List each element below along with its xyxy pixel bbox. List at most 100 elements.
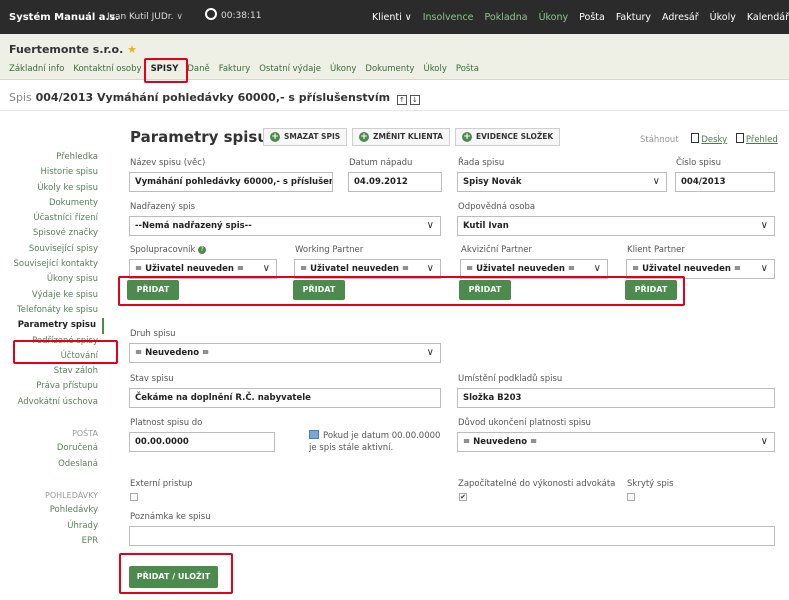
user-menu[interactable]: Ivan Kutil JUDr. ∨ <box>107 12 183 22</box>
zapocitatelne-label: Započítatelné do výkonosti advokáta <box>458 479 616 489</box>
druh-select[interactable]: = Neuvedeno = ∨ <box>129 343 441 363</box>
calendar-icon[interactable] <box>309 430 319 439</box>
sidebar-item-vydaje[interactable]: Výdaje ke spisu <box>0 288 104 303</box>
sidebar-item-prava[interactable]: Práva přístupu <box>0 379 104 394</box>
tab-dokumenty[interactable]: Dokumenty <box>365 64 414 74</box>
sidebar-item-telefonaty[interactable]: Telefonáty ke spisu <box>0 303 104 318</box>
odpovedna-value: Kutil Ivan <box>463 221 509 231</box>
document-icon <box>735 133 744 143</box>
change-client-label: ZMĚNIT KLIENTA <box>373 132 443 141</box>
client-header: Fuertemonte s.r.o. ★ Základní info Konta… <box>0 34 789 80</box>
download-label: Stáhnout <box>640 135 679 145</box>
cislo-input[interactable]: 004/2013 <box>675 172 775 192</box>
nadrazeny-select[interactable]: --Nemá nadřazený spis-- ∨ <box>129 216 441 236</box>
sidebar-item-parametry[interactable]: Parametry spisu <box>0 318 104 334</box>
nav-ukoly[interactable]: Úkoly <box>710 12 736 23</box>
sidebar-item-ucastnici[interactable]: Účastníci řízení <box>0 211 104 226</box>
chevron-down-icon: ∨ <box>760 220 768 231</box>
datum-input[interactable]: 04.09.2012 <box>348 172 442 192</box>
nav-faktury[interactable]: Faktury <box>616 12 651 23</box>
info-icon[interactable]: ? <box>198 246 207 254</box>
nazev-input[interactable]: Vymáhání pohledávky 60000,- s příslušens… <box>129 172 333 192</box>
nav-posta[interactable]: Pošta <box>579 12 605 23</box>
tab-kontaktni-osoby[interactable]: Kontaktní osoby <box>73 64 141 74</box>
user-name: Ivan Kutil JUDr. <box>107 12 174 22</box>
sidebar-item-pohledavky[interactable]: Pohledávky <box>0 503 104 518</box>
tab-posta[interactable]: Pošta <box>456 64 479 74</box>
tab-ukoly[interactable]: Úkoly <box>423 64 446 74</box>
duvod-select[interactable]: = Neuvedeno = ∨ <box>457 432 775 452</box>
sidebar-item-uhrady[interactable]: Úhrady <box>0 519 104 534</box>
sidebar-item-souvisejici-spisy[interactable]: Související spisy <box>0 242 104 257</box>
sidebar-item-stav-zaloh[interactable]: Stav záloh <box>0 364 104 379</box>
sidebar-item-ukony[interactable]: Úkony spisu <box>0 272 104 287</box>
externi-label: Externí pristup <box>130 479 193 489</box>
rada-label: Řada spisu <box>458 158 505 168</box>
export-icon[interactable]: ↑ <box>396 95 407 105</box>
tab-dane[interactable]: Daně <box>187 64 209 74</box>
clock-icon <box>205 8 217 20</box>
client-name-text[interactable]: Fuertemonte s.r.o. <box>9 43 123 56</box>
page-title: Parametry spisu <box>130 128 269 146</box>
sidebar-item-dokumenty[interactable]: Dokumenty <box>0 196 104 211</box>
import-icon[interactable]: ↓ <box>409 95 420 105</box>
sidebar-item-prehledka[interactable]: Přehledka <box>0 150 104 165</box>
spolupracovnik-label: Spolupracovník ? <box>130 245 207 255</box>
tab-faktury[interactable]: Faktury <box>219 64 251 74</box>
poznamka-input[interactable] <box>129 526 775 546</box>
download-prehled-link[interactable]: Přehled <box>735 133 778 145</box>
stav-input[interactable]: Čekáme na doplnění R.Č. nabyvatele <box>129 388 441 408</box>
chevron-down-icon: ∨ <box>760 263 768 274</box>
nadrazeny-label: Nadřazený spis <box>130 202 196 212</box>
duvod-label: Důvod ukončení platnosti spisu <box>458 418 591 428</box>
evidence-button[interactable]: + EVIDENCE SLOŽEK <box>455 128 561 146</box>
rada-select[interactable]: Spisy Novák ∨ <box>457 172 667 192</box>
sidebar-item-odeslana[interactable]: Odeslaná <box>0 457 104 472</box>
change-client-button[interactable]: + ZMĚNIT KLIENTA <box>352 128 450 146</box>
nav-klienti[interactable]: Klienti ∨ <box>372 12 412 23</box>
cislo-label: Číslo spisu <box>676 158 721 168</box>
sidebar-item-ukoly[interactable]: Úkoly ke spisu <box>0 181 104 196</box>
nav-ukony[interactable]: Úkony <box>539 12 569 23</box>
skryty-label: Skrytý spis <box>627 479 674 489</box>
download-links: Stáhnout Desky Přehled <box>640 133 778 145</box>
client-name: Fuertemonte s.r.o. ★ <box>9 43 137 56</box>
tab-ukony[interactable]: Úkony <box>330 64 356 74</box>
document-icon <box>691 133 700 143</box>
session-timer[interactable]: 00:38:11 <box>205 8 261 21</box>
chevron-down-icon: ∨ <box>652 176 660 187</box>
sidebar-item-dorucena[interactable]: Doručená <box>0 441 104 456</box>
plus-icon: + <box>462 132 472 142</box>
nadrazeny-value: --Nemá nadřazený spis-- <box>135 221 252 231</box>
platnost-input[interactable]: 00.00.0000 <box>129 432 275 452</box>
delete-spis-button[interactable]: + SMAZAT SPIS <box>263 128 348 146</box>
umisteni-label: Umístění podkladů spisu <box>458 374 563 384</box>
star-icon[interactable]: ★ <box>127 43 137 56</box>
spis-title: Spis 004/2013 Vymáhání pohledávky 60000,… <box>9 91 420 105</box>
download-desky-link[interactable]: Desky <box>691 133 727 145</box>
brand-name[interactable]: Systém Manuál a.s. <box>9 12 119 23</box>
sidebar-item-souvisejici-kontakty[interactable]: Související kontakty <box>0 257 104 272</box>
nav-pokladna[interactable]: Pokladna <box>485 12 528 23</box>
chevron-down-icon: ∨ <box>176 12 183 22</box>
zapocitatelne-checkbox[interactable]: ✔ <box>459 493 467 501</box>
sidebar-item-historie[interactable]: Historie spisu <box>0 165 104 180</box>
tab-zakladni-info[interactable]: Základní info <box>9 64 64 74</box>
sidebar-item-epr[interactable]: EPR <box>0 534 104 549</box>
nav-kalendar[interactable]: Kalendář <box>747 12 789 23</box>
working-value: = Uživatel neuveden = <box>300 264 409 274</box>
umisteni-input[interactable]: Složka B203 <box>457 388 775 408</box>
client-tabs: Základní info Kontaktní osoby SPISY Daně… <box>9 64 488 74</box>
datum-label: Datum nápadu <box>349 158 413 168</box>
chevron-down-icon: ∨ <box>760 436 768 447</box>
platnost-note: Pokud je datum 00.00.0000 je spis stále … <box>309 430 449 454</box>
delete-spis-label: SMAZAT SPIS <box>284 132 341 141</box>
sidebar-item-uschova[interactable]: Advokátní úschova <box>0 395 104 410</box>
odpovedna-select[interactable]: Kutil Ivan ∨ <box>457 216 775 236</box>
nav-insolvence[interactable]: Insolvence <box>423 12 474 23</box>
skryty-checkbox[interactable] <box>627 493 635 501</box>
tab-ostatni-vydaje[interactable]: Ostatní výdaje <box>259 64 321 74</box>
nav-adresar[interactable]: Adresář <box>662 12 699 23</box>
sidebar-item-spisove-znacky[interactable]: Spisové značky <box>0 226 104 241</box>
externi-checkbox[interactable] <box>130 493 138 501</box>
